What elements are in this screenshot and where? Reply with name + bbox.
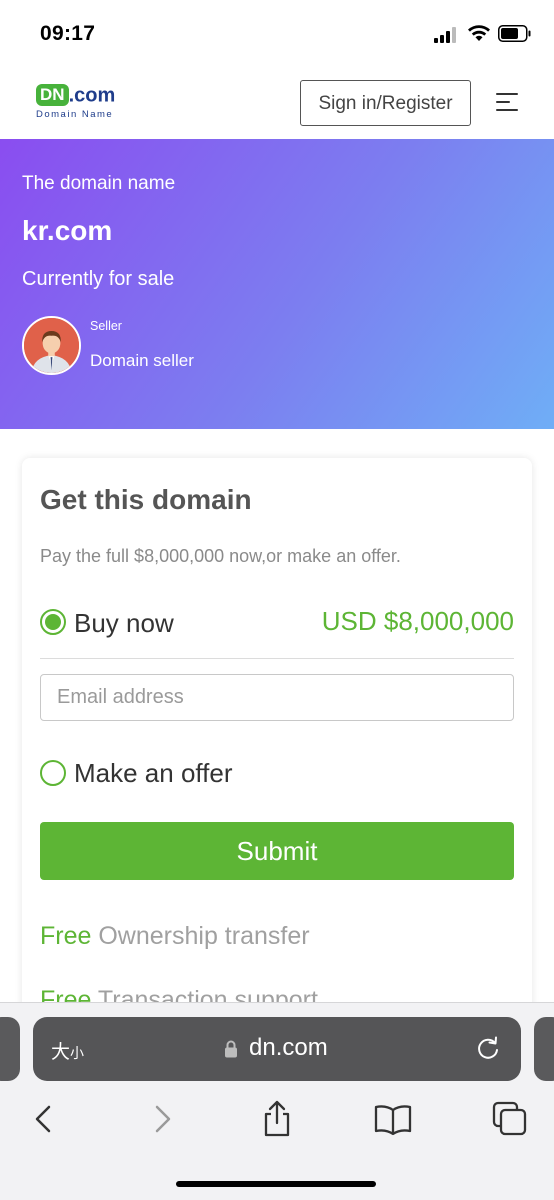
text-size-button[interactable]: 大小	[51, 1037, 84, 1064]
seller-caption: Seller	[90, 319, 122, 333]
battery-icon	[498, 25, 531, 42]
hero-label: The domain name	[22, 173, 176, 194]
feature-text: Ownership transfer	[91, 922, 310, 950]
logo-domain: .com	[68, 84, 116, 107]
status-bar: 09:17	[0, 0, 554, 66]
wifi-icon	[468, 25, 490, 41]
logo[interactable]: DN .com Domain Name	[36, 84, 115, 120]
buy-now-radio[interactable]	[40, 609, 66, 635]
text-size-label: 大	[51, 1042, 71, 1063]
submit-button[interactable]: Submit	[40, 822, 514, 880]
previous-tab-peek[interactable]	[0, 1017, 20, 1081]
domain-name: kr.com	[22, 215, 113, 246]
card-title: Get this domain	[40, 484, 252, 515]
back-icon[interactable]	[24, 1099, 64, 1139]
make-offer-label[interactable]: Make an offer	[74, 758, 233, 789]
email-input[interactable]	[40, 674, 514, 721]
signal-icon	[434, 27, 460, 43]
reload-icon[interactable]	[475, 1035, 501, 1061]
buy-now-price: USD $8,000,000	[321, 606, 514, 636]
person-icon	[24, 318, 79, 373]
next-tab-peek[interactable]	[534, 1017, 554, 1081]
purchase-card: Get this domain Pay the full $8,000,000 …	[22, 458, 532, 1058]
share-icon[interactable]	[257, 1099, 297, 1139]
menu-icon[interactable]	[496, 93, 518, 111]
browser-toolbar: 大小 dn.com	[0, 1002, 554, 1200]
home-indicator	[176, 1181, 376, 1187]
url-text[interactable]: dn.com	[249, 1034, 328, 1062]
feature-item: Free Ownership transfer	[40, 922, 310, 951]
feature-free-label: Free	[40, 922, 92, 950]
logo-badge: DN	[36, 84, 69, 106]
divider	[40, 658, 514, 659]
make-offer-radio[interactable]	[40, 760, 66, 786]
signin-register-button[interactable]: Sign in/Register	[300, 80, 471, 126]
seller-avatar	[22, 316, 81, 375]
status-time: 09:17	[40, 22, 96, 45]
sale-status: Currently for sale	[22, 268, 175, 290]
hero-banner: The domain name kr.com Currently for sal…	[0, 139, 554, 429]
card-description: Pay the full $8,000,000 now,or make an o…	[40, 546, 401, 566]
lock-icon	[225, 1040, 237, 1058]
buy-now-label[interactable]: Buy now	[74, 608, 174, 639]
seller-name: Domain seller	[90, 351, 194, 370]
tabs-icon[interactable]	[490, 1099, 530, 1139]
address-bar[interactable]: 大小 dn.com	[33, 1017, 521, 1081]
logo-subtitle: Domain Name	[36, 109, 114, 121]
text-size-small-label: 小	[70, 1045, 85, 1061]
site-header: DN .com Domain Name Sign in/Register	[0, 66, 554, 139]
bookmarks-icon[interactable]	[373, 1099, 413, 1139]
forward-icon[interactable]	[142, 1099, 182, 1139]
